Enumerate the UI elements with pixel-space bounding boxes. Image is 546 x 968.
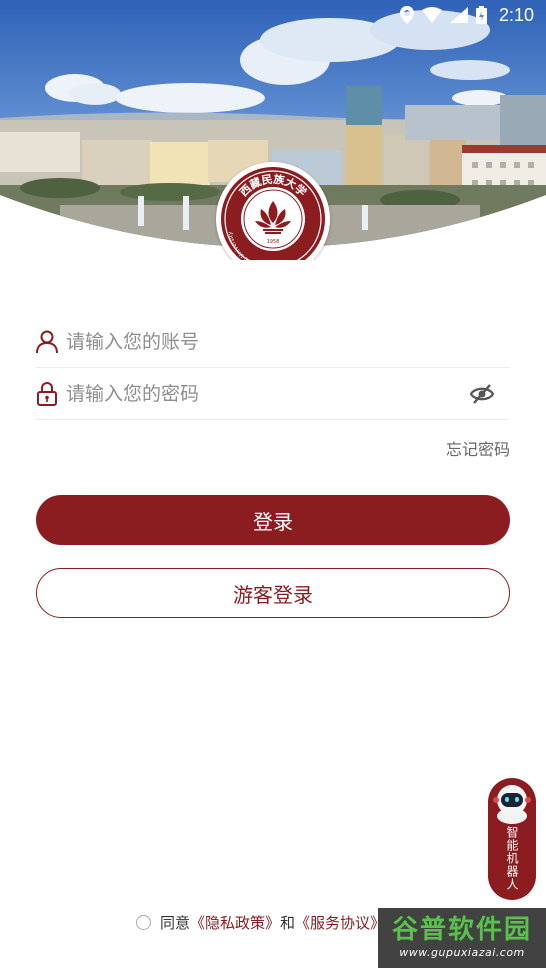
campus-banner: 2:10 1958 西藏民族大学 Xizang Minzu Uni — [0, 0, 546, 260]
battery-icon — [475, 6, 487, 24]
account-input[interactable] — [66, 330, 510, 353]
site-watermark: 谷普软件园 www.gupuxiazai.com — [378, 908, 546, 968]
agreement-row: 同意 《隐私政策》 和 《服务协议》 — [136, 911, 385, 933]
seal-year: 1958 — [267, 239, 280, 245]
robot-icon — [493, 785, 531, 824]
forgot-password-link[interactable]: 忘记密码 — [446, 436, 510, 460]
guest-login-button[interactable]: 游客登录 — [36, 568, 510, 618]
agreement-and: 和 — [280, 913, 296, 932]
service-agreement-link[interactable]: 《服务协议》 — [295, 912, 385, 933]
wifi-icon — [421, 7, 442, 23]
signal-icon — [449, 7, 468, 23]
password-input[interactable] — [66, 382, 468, 405]
privacy-policy-link[interactable]: 《隐私政策》 — [190, 912, 280, 933]
account-field — [36, 316, 510, 368]
watermark-title: 谷普软件园 — [391, 915, 532, 945]
university-seal: 1958 西藏民族大学 Xizang Minzu University — [216, 162, 330, 260]
login-button[interactable]: 登录 — [36, 495, 510, 545]
agreement-prefix: 同意 — [160, 913, 191, 932]
smart-robot-button[interactable]: 智能机器人 — [488, 778, 536, 900]
robot-label: 智能机器人 — [505, 826, 519, 891]
status-time: 2:10 — [498, 4, 534, 25]
location-icon — [399, 6, 414, 24]
agreement-radio[interactable] — [136, 914, 151, 930]
watermark-url: www.gupuxiazai.com — [399, 946, 525, 959]
seal-emblem-icon: 1958 西藏民族大学 Xizang Minzu University — [221, 167, 325, 260]
status-bar: 2:10 — [0, 0, 546, 30]
lock-icon — [36, 381, 58, 406]
password-field — [36, 368, 510, 420]
eye-off-icon[interactable] — [468, 380, 496, 408]
user-icon — [36, 330, 58, 354]
